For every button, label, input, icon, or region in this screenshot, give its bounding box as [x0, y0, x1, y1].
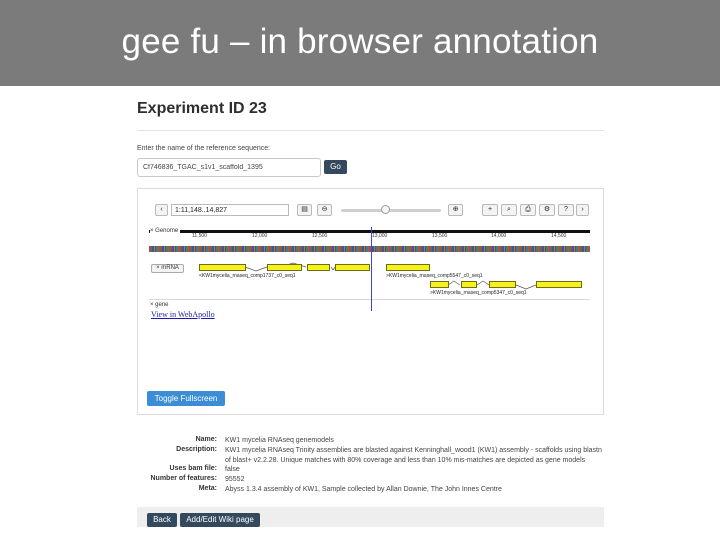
meta-label: Number of features:	[150, 475, 217, 482]
slide-title: gee fu – in browser annotation	[121, 22, 599, 61]
sequence-track	[149, 246, 590, 252]
zoom-slider[interactable]	[341, 209, 441, 212]
meta-value: KW1 mycelia RNAseq genemodels	[225, 437, 334, 444]
scale-ruler	[149, 230, 590, 233]
edit-wiki-button[interactable]: Add/Edit Wiki page	[180, 513, 260, 527]
meta-label: Description:	[176, 446, 217, 453]
pan-left-button[interactable]: ‹	[155, 204, 168, 216]
page-title: Experiment ID 23	[137, 100, 267, 117]
feature-label[interactable]: >KW1mycelia_rnaseq_comp5347_c0_seq1	[430, 290, 527, 296]
position-cursor	[371, 227, 372, 311]
meta-label: Uses bam file:	[169, 465, 217, 472]
tick-label: 12,500	[312, 233, 328, 239]
meta-value: Abyss 1.3.4 assembly of KW1, Sample coll…	[225, 486, 502, 493]
tick-label: 12,000	[252, 233, 268, 239]
genome-track-label[interactable]: × Genome	[150, 228, 181, 234]
help-icon[interactable]: ?	[558, 204, 574, 216]
exon[interactable]	[489, 281, 516, 288]
zoom-out-icon[interactable]: ⊖	[317, 204, 332, 216]
pan-right-button[interactable]: ›	[576, 204, 589, 216]
back-button[interactable]: Back	[147, 513, 177, 527]
exon[interactable]	[307, 264, 330, 271]
location-input[interactable]	[171, 204, 289, 216]
tick-label: 11,500	[192, 233, 207, 239]
meta-value: KW1 mycelia RNAseq Trinity assemblies ar…	[225, 447, 602, 464]
reference-label: Enter the name of the reference sequence…	[137, 145, 271, 152]
slide-banner: gee fu – in browser annotation	[0, 0, 720, 86]
meta-label: Meta:	[198, 485, 217, 492]
toggle-fullscreen-button[interactable]: Toggle Fullscreen	[147, 391, 225, 406]
add-track-icon[interactable]: +	[482, 204, 498, 216]
meta-value: false	[225, 466, 240, 473]
exon[interactable]	[536, 281, 582, 288]
exon[interactable]	[199, 264, 246, 271]
feature-label[interactable]: <KW1mycelia_rnaseq_comp1737_c0_seq1	[199, 273, 296, 279]
tick-label: 13,000	[372, 233, 388, 239]
tick-label: 14,000	[491, 233, 507, 239]
exon[interactable]	[267, 264, 302, 271]
meta-label: Name:	[195, 436, 217, 443]
exon[interactable]	[335, 264, 370, 271]
mrna-track-label[interactable]: × mRNA	[151, 264, 184, 273]
meta-value: 95552	[225, 476, 245, 483]
tick-label: 14,500	[551, 233, 567, 239]
tick-label: 13,500	[432, 233, 448, 239]
gear-icon[interactable]: ⚙	[539, 204, 555, 216]
zoom-slider-handle[interactable]	[381, 205, 390, 214]
exon[interactable]	[386, 264, 430, 271]
reference-sequence-input[interactable]	[137, 158, 321, 177]
exon[interactable]	[430, 281, 449, 288]
track-divider	[149, 299, 590, 300]
document-icon[interactable]: ▤	[297, 204, 312, 216]
zoom-in-icon[interactable]: ⊕	[448, 204, 463, 216]
gene-track-label[interactable]: × gene	[150, 302, 169, 308]
print-icon[interactable]: ⎙	[520, 204, 536, 216]
go-button[interactable]: Go	[324, 160, 347, 174]
view-in-webapollo-link[interactable]: View in WebApollo	[151, 310, 215, 319]
exon[interactable]	[461, 281, 477, 288]
title-divider	[137, 130, 604, 131]
search-icon[interactable]: ⌕	[501, 204, 517, 216]
